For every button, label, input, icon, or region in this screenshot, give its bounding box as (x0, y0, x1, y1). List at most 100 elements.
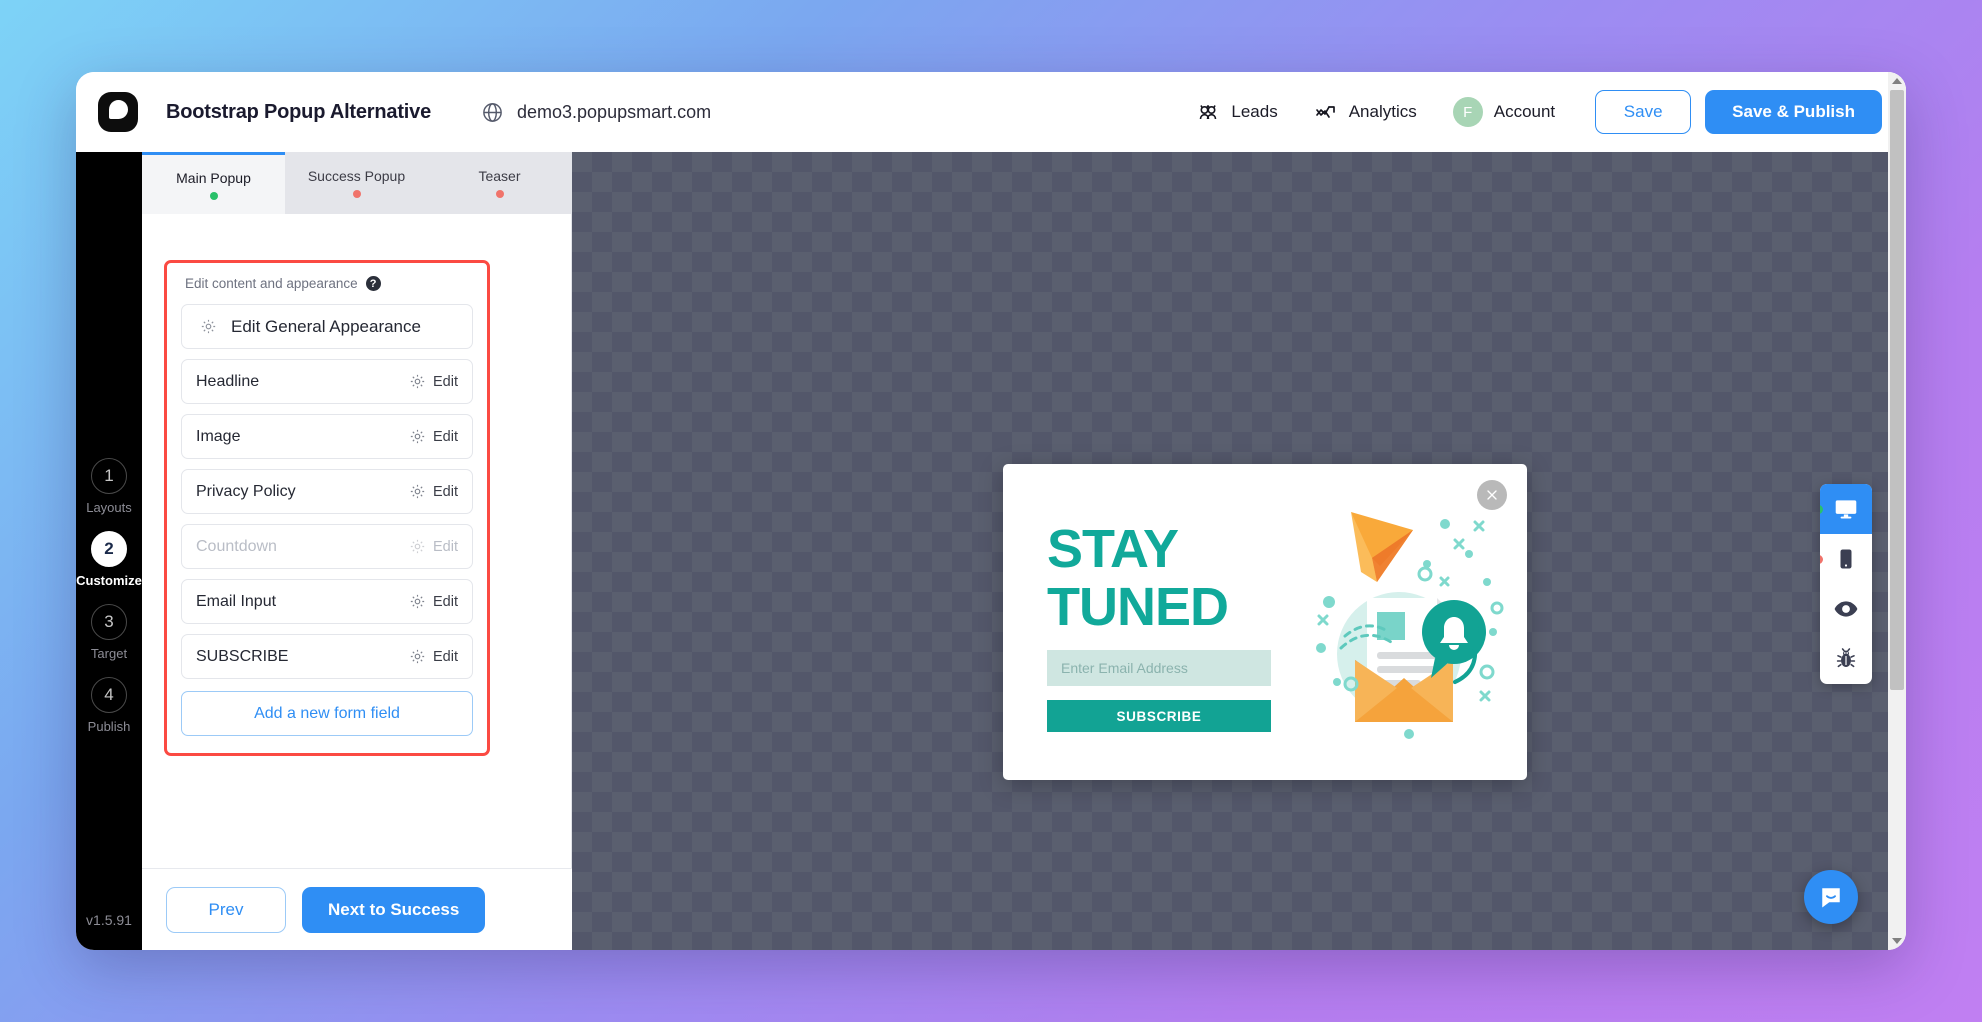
debug-bug-button[interactable] (1820, 634, 1872, 684)
step-label: Customize (76, 573, 142, 588)
field-label: Edit General Appearance (231, 316, 421, 336)
edit-content-card: Edit content and appearance ? Edit Gener… (164, 260, 490, 756)
step-item-target[interactable]: 3 Target (91, 604, 127, 661)
avatar: F (1452, 97, 1483, 127)
step-number: 1 (90, 458, 127, 494)
step-number: 2 (90, 531, 127, 567)
field-row-email-input[interactable]: Email Input Edit (181, 579, 473, 624)
tab-main-popup[interactable]: Main Popup (142, 152, 285, 214)
envelope-paperplane-bell-illustration (1259, 486, 1509, 756)
edit-label: Edit (433, 428, 458, 445)
panel-body: Edit content and appearance ? Edit Gener… (142, 214, 572, 950)
vertical-scrollbar[interactable] (1888, 72, 1906, 950)
edit-control[interactable]: Edit (409, 593, 458, 610)
gear-icon (200, 318, 217, 335)
step-label: Publish (87, 719, 131, 734)
field-label: Email Input (196, 592, 277, 610)
gear-icon (409, 483, 426, 500)
nav-analytics-label: Analytics (1348, 102, 1417, 121)
save-button[interactable]: Save (1595, 90, 1692, 134)
edit-control[interactable]: Edit (409, 648, 458, 665)
domain-display[interactable]: demo3.popupsmart.com (481, 101, 711, 124)
nav-analytics[interactable]: Analytics (1296, 100, 1435, 124)
popup-preview[interactable]: STAY TUNED SUBSCRIBE (1003, 464, 1527, 780)
tab-teaser[interactable]: Teaser (428, 152, 571, 214)
device-status-dot-red (1820, 555, 1823, 564)
tab-success-popup[interactable]: Success Popup (285, 152, 428, 214)
nav-account-label: Account (1493, 102, 1556, 121)
tab-status-dot-green (209, 191, 218, 200)
question-mark-icon[interactable]: ? (365, 276, 381, 291)
device-status-dot-green (1820, 505, 1823, 514)
step-navigation-rail: 1 Layouts 2 Customize 3 Target 4 Publish… (76, 152, 142, 950)
popup-headline: STAY TUNED (1047, 519, 1229, 637)
tab-label: Main Popup (176, 169, 251, 186)
edit-control[interactable]: Edit (409, 428, 458, 445)
chat-support-button[interactable] (1804, 870, 1858, 924)
section-title: Edit content and appearance (185, 276, 358, 291)
gear-icon (409, 538, 426, 555)
device-mobile-button[interactable] (1820, 534, 1872, 584)
edit-control[interactable]: Edit (409, 373, 458, 390)
field-row-subscribe[interactable]: SUBSCRIBE Edit (181, 634, 473, 679)
nav-account[interactable]: F Account (1435, 97, 1573, 127)
add-new-form-field-button[interactable]: Add a new form field (181, 691, 473, 736)
field-row-image[interactable]: Image Edit (181, 414, 473, 459)
field-row-countdown[interactable]: Countdown Edit (181, 524, 473, 569)
field-row-privacy-policy[interactable]: Privacy Policy Edit (181, 469, 473, 514)
gear-icon (409, 373, 426, 390)
domain-text: demo3.popupsmart.com (517, 101, 712, 122)
save-and-publish-button[interactable]: Save & Publish (1705, 90, 1882, 134)
scroll-up-arrow-icon[interactable] (1888, 72, 1906, 90)
next-to-success-button[interactable]: Next to Success (302, 886, 486, 933)
scrollbar-thumb[interactable] (1890, 90, 1904, 690)
popupsmart-logo-icon[interactable] (98, 92, 138, 132)
nav-leads[interactable]: Leads (1178, 100, 1295, 124)
header-actions: Leads Analytics F Account Save Save & Pu… (1178, 90, 1906, 134)
edit-control[interactable]: Edit (409, 538, 458, 555)
device-desktop-button[interactable] (1820, 484, 1872, 534)
edit-label: Edit (433, 648, 458, 665)
device-preview-toolbar (1820, 484, 1872, 684)
preview-eye-button[interactable] (1820, 584, 1872, 634)
field-label: Headline (196, 372, 260, 390)
popup-headline-line2: TUNED (1047, 577, 1229, 637)
prev-button[interactable]: Prev (166, 886, 286, 933)
page-title: Bootstrap Popup Alternative (166, 100, 431, 123)
step-item-layouts[interactable]: 1 Layouts (86, 458, 132, 515)
panel-footer: Prev Next to Success (142, 868, 572, 950)
edit-label: Edit (433, 373, 458, 390)
gear-icon (409, 428, 426, 445)
edit-label: Edit (433, 483, 458, 500)
desktop-monitor-icon (1835, 500, 1857, 519)
step-label: Layouts (86, 500, 132, 515)
edit-control[interactable]: Edit (409, 483, 458, 500)
tab-label: Teaser (478, 168, 521, 184)
edit-label: Edit (433, 593, 458, 610)
chat-bubble-smile-icon (1822, 888, 1840, 908)
app-window: Bootstrap Popup Alternative demo3.popups… (76, 72, 1906, 950)
eye-preview-icon (1834, 601, 1858, 617)
step-item-publish[interactable]: 4 Publish (87, 677, 131, 734)
step-item-customize[interactable]: 2 Customize (76, 531, 142, 588)
edit-label: Edit (433, 538, 458, 555)
email-input[interactable] (1047, 650, 1271, 686)
subscribe-button[interactable]: SUBSCRIBE (1047, 700, 1271, 732)
edit-general-appearance-row[interactable]: Edit General Appearance (181, 304, 473, 349)
tab-status-dot-red (495, 190, 504, 198)
field-label: Countdown (196, 537, 277, 555)
popup-preview-canvas[interactable]: STAY TUNED SUBSCRIBE (572, 152, 1888, 950)
scroll-down-arrow-icon[interactable] (1888, 932, 1906, 950)
gear-icon (409, 593, 426, 610)
left-editor-panel: Main Popup Success Popup Teaser Edit con… (142, 152, 572, 950)
step-label: Target (90, 646, 128, 661)
globe-icon (481, 101, 504, 124)
step-number: 3 (90, 604, 127, 640)
app-header: Bootstrap Popup Alternative demo3.popups… (76, 72, 1906, 152)
field-row-headline[interactable]: Headline Edit (181, 359, 473, 404)
step-list: 1 Layouts 2 Customize 3 Target 4 Publish (76, 458, 142, 734)
card-header: Edit content and appearance ? (181, 276, 473, 291)
popup-headline-line1: STAY (1047, 519, 1179, 579)
field-label: SUBSCRIBE (196, 647, 289, 665)
step-number: 4 (90, 677, 127, 713)
